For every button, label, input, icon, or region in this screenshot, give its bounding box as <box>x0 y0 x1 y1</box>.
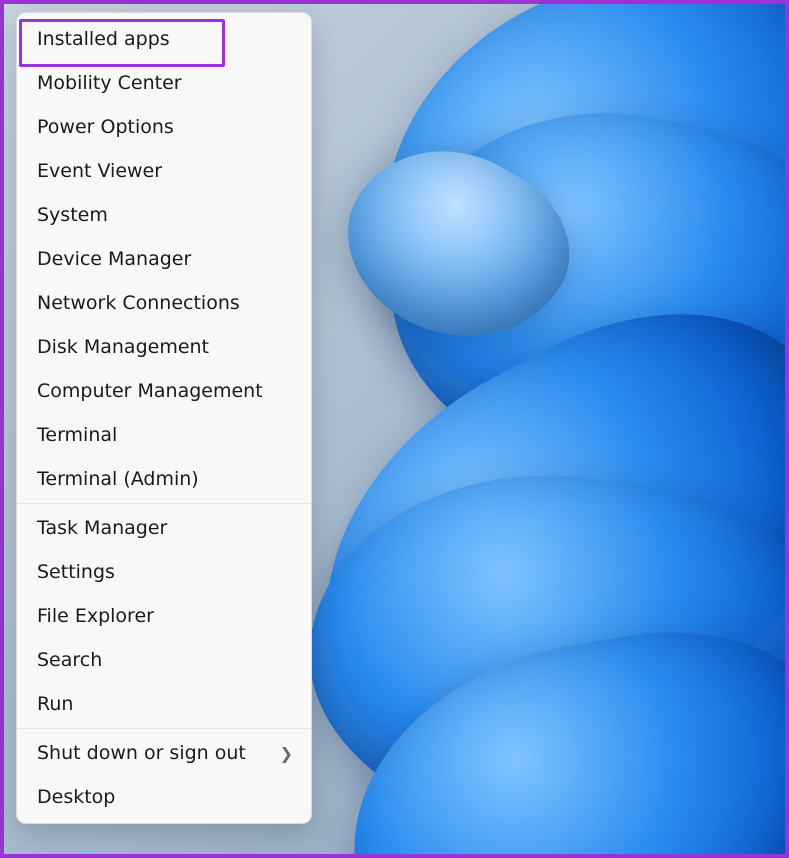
menu-item-label: Task Manager <box>37 517 167 539</box>
menu-item-label: Installed apps <box>37 28 170 50</box>
menu-item-power-options[interactable]: Power Options <box>17 105 311 149</box>
winx-context-menu[interactable]: Installed apps Mobility Center Power Optio… <box>16 12 312 824</box>
menu-item-label: Settings <box>37 561 115 583</box>
menu-item-label: Network Connections <box>37 292 240 314</box>
menu-item-task-manager[interactable]: Task Manager <box>17 506 311 550</box>
menu-item-file-explorer[interactable]: File Explorer <box>17 594 311 638</box>
menu-item-run[interactable]: Run <box>17 682 311 726</box>
menu-item-label: Terminal <box>37 424 117 446</box>
menu-item-terminal[interactable]: Terminal <box>17 413 311 457</box>
menu-item-label: Device Manager <box>37 248 191 270</box>
menu-item-search[interactable]: Search <box>17 638 311 682</box>
menu-item-label: Terminal (Admin) <box>37 468 199 490</box>
chevron-right-icon: ❯ <box>280 744 293 763</box>
menu-item-mobility-center[interactable]: Mobility Center <box>17 61 311 105</box>
menu-item-label: File Explorer <box>37 605 154 627</box>
menu-item-label: Computer Management <box>37 380 263 402</box>
menu-item-computer-management[interactable]: Computer Management <box>17 369 311 413</box>
menu-item-label: Shut down or sign out <box>37 742 246 764</box>
menu-item-settings[interactable]: Settings <box>17 550 311 594</box>
menu-item-label: Event Viewer <box>37 160 162 182</box>
menu-separator <box>17 503 311 504</box>
menu-item-installed-apps[interactable]: Installed apps <box>17 17 311 61</box>
menu-item-system[interactable]: System <box>17 193 311 237</box>
menu-item-disk-management[interactable]: Disk Management <box>17 325 311 369</box>
menu-separator <box>17 728 311 729</box>
menu-item-desktop[interactable]: Desktop <box>17 775 311 819</box>
menu-item-label: Desktop <box>37 786 115 808</box>
menu-item-terminal-admin[interactable]: Terminal (Admin) <box>17 457 311 501</box>
menu-item-label: Search <box>37 649 102 671</box>
menu-item-network-connections[interactable]: Network Connections <box>17 281 311 325</box>
menu-item-device-manager[interactable]: Device Manager <box>17 237 311 281</box>
menu-item-label: Power Options <box>37 116 174 138</box>
menu-item-label: Disk Management <box>37 336 209 358</box>
screenshot-frame: Installed apps Mobility Center Power Optio… <box>0 0 789 858</box>
menu-item-shut-down-or-sign-out[interactable]: Shut down or sign out ❯ <box>17 731 311 775</box>
menu-item-label: System <box>37 204 108 226</box>
menu-item-label: Mobility Center <box>37 72 182 94</box>
menu-item-label: Run <box>37 693 73 715</box>
menu-item-event-viewer[interactable]: Event Viewer <box>17 149 311 193</box>
